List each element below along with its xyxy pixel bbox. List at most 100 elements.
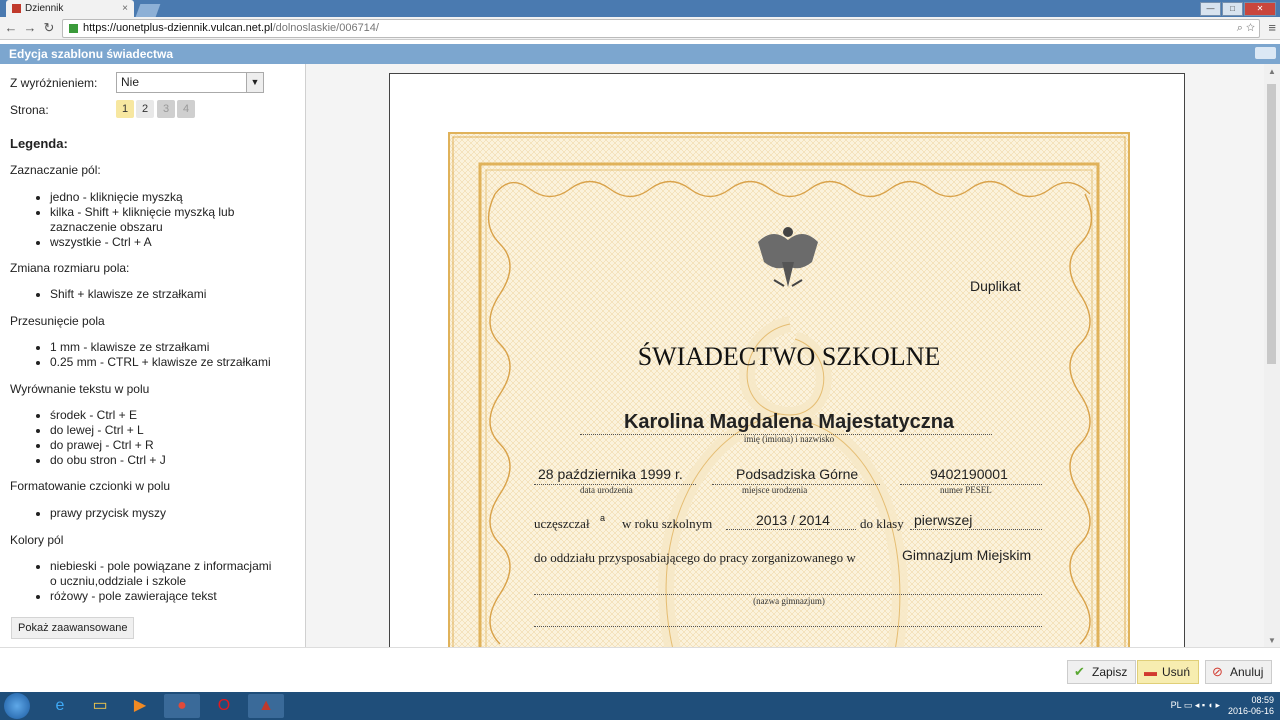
pesel-field[interactable]: 9402190001 (930, 466, 1008, 482)
os-taskbar: e ▭ ▶ ● O ▲ PL ▭ ◂ ▪ ◖ ▸ 08:59 2016-06-1… (0, 692, 1280, 720)
browser-tab[interactable]: Dziennik × (6, 0, 134, 17)
certificate-ornament (450, 134, 1128, 647)
legend-list: środek - Ctrl + E do lewej - Ctrl + L do… (34, 408, 166, 468)
page-button-3[interactable]: 3 (157, 100, 175, 118)
app-icon[interactable]: ▲ (248, 694, 284, 718)
delete-button[interactable]: ▬ Usuń (1137, 660, 1200, 684)
legend-list: Shift + klawisze ze strzałkami (34, 287, 206, 302)
page-title: Edycja szablonu świadectwa (9, 47, 174, 61)
language-indicator[interactable]: PL (1171, 700, 1182, 710)
tray-icons[interactable]: PL ▭ ◂ ▪ ◖ ▸ (1171, 700, 1220, 711)
new-tab-button[interactable] (135, 4, 161, 17)
attended-suffix-field[interactable]: a (600, 513, 605, 523)
page-button-1[interactable]: 1 (116, 100, 134, 118)
save-button-label: Zapisz (1092, 665, 1128, 679)
legend-item: do obu stron - Ctrl + J (50, 453, 166, 468)
cancel-icon: ⊘ (1212, 664, 1223, 679)
delete-button-label: Usuń (1162, 665, 1191, 679)
forward-icon[interactable]: → (22, 20, 38, 36)
chevron-down-icon[interactable]: ▼ (246, 73, 263, 92)
url-path: /dolnoslaskie/006714/ (272, 22, 379, 34)
app-header: Edycja szablonu świadectwa (0, 44, 1280, 64)
reload-icon[interactable]: ↻ (41, 20, 57, 36)
school-year-text: w roku szkolnym (622, 516, 713, 531)
class-field[interactable]: pierwszej (914, 512, 972, 528)
birth-date-caption: data urodzenia (580, 485, 633, 495)
school-year-line (726, 529, 856, 530)
legend-section-title: Formatowanie czcionki w polu (10, 479, 171, 493)
secure-lock-icon (69, 23, 78, 33)
scrollbar-thumb[interactable] (1267, 84, 1276, 364)
legend-item: kilka - Shift + kliknięcie myszką lub za… (50, 205, 245, 235)
address-bar[interactable]: https://uonetplus-dziennik.vulcan.net.pl… (62, 19, 1260, 38)
cancel-button-label: Anuluj (1230, 665, 1264, 679)
clock-time: 08:59 (1251, 695, 1274, 705)
legend-item: 0.25 mm - CTRL + klawisze ze strzałkami (50, 355, 271, 370)
back-icon[interactable]: ← (3, 20, 19, 36)
birth-place-field[interactable]: Podsadziska Górne (736, 466, 858, 482)
url-host: https://uonetplus-dziennik.vulcan.net.pl (83, 22, 273, 34)
zoom-icon[interactable]: ⌕ (1237, 22, 1243, 34)
legend-panel: Z wyróżnieniem: Nie ▼ Strona: 1 2 3 4 Le… (0, 64, 306, 647)
legend-item: Shift + klawisze ze strzałkami (50, 287, 206, 302)
cancel-button[interactable]: ⊘ Anuluj (1205, 660, 1273, 684)
duplicate-label[interactable]: Duplikat (970, 278, 1021, 294)
name-caption: imię (imiona) i nazwisko (743, 434, 835, 444)
student-name-field[interactable]: Karolina Magdalena Majestatyczna (450, 411, 1128, 434)
legend-section-title: Wyrównanie tekstu w polu (10, 382, 150, 396)
legend-title: Legenda: (10, 136, 68, 151)
page-button-2[interactable]: 2 (136, 100, 154, 118)
page-label: Strona: (10, 103, 49, 117)
legend-item: niebieski - pole powiązane z informacjam… (50, 559, 275, 589)
legend-item: jedno - kliknięcie myszką (50, 190, 245, 205)
save-button[interactable]: ✔ Zapisz (1067, 660, 1137, 684)
honors-label: Z wyróżnieniem: (10, 76, 98, 90)
media-player-icon[interactable]: ▶ (122, 694, 158, 718)
legend-list: jedno - kliknięcie myszką kilka - Shift … (34, 190, 245, 250)
browser-toolbar: ← → ↻ https://uonetplus-dziennik.vulcan.… (0, 17, 1280, 40)
class-line (910, 529, 1042, 530)
minimize-icon[interactable]: — (1200, 2, 1221, 16)
certificate-template[interactable]: Duplikat ŚWIADECTWO SZKOLNE Karolina Mag… (448, 132, 1130, 647)
legend-section-title: Zaznaczanie pól: (10, 163, 101, 177)
certificate-title[interactable]: ŚWIADECTWO SZKOLNE (450, 342, 1128, 372)
legend-item: do lewej - Ctrl + L (50, 423, 166, 438)
scroll-up-icon[interactable]: ▲ (1268, 67, 1276, 76)
folder-icon[interactable]: ▭ (82, 694, 118, 718)
honors-select[interactable]: Nie ▼ (116, 72, 264, 93)
attended-text: uczęszczał (534, 516, 590, 531)
clock[interactable]: 08:59 2016-06-16 (1228, 695, 1274, 717)
legend-list: prawy przycisk myszy (34, 506, 166, 521)
legend-section-title: Kolory pól (10, 533, 64, 547)
header-action-icon[interactable] (1255, 47, 1276, 59)
legend-section-title: Zmiana rozmiaru pola: (10, 261, 130, 275)
legend-item: do prawej - Ctrl + R (50, 438, 166, 453)
menu-icon[interactable]: ≡ (1268, 20, 1276, 35)
tab-title: Dziennik (25, 3, 64, 14)
pesel-caption: numer PESEL (940, 485, 992, 495)
extra-dotted-line (534, 626, 1042, 627)
opera-icon[interactable]: O (206, 694, 242, 718)
close-window-icon[interactable]: ✕ (1244, 2, 1276, 16)
school-name-field[interactable]: Gimnazjum Miejskim (902, 547, 1031, 563)
paper-page: Duplikat ŚWIADECTWO SZKOLNE Karolina Mag… (389, 73, 1185, 647)
start-button[interactable] (4, 693, 30, 719)
preview-scrollbar[interactable]: ▲ ▼ (1264, 64, 1280, 647)
maximize-icon[interactable]: □ (1222, 2, 1243, 16)
honors-select-value: Nie (121, 75, 140, 89)
division-text: do oddziału przysposabiającego do pracy … (534, 550, 856, 565)
chrome-icon[interactable]: ● (164, 694, 200, 718)
minus-icon: ▬ (1144, 664, 1157, 679)
browser-tab-bar: Dziennik × — □ ✕ (0, 0, 1280, 17)
legend-item: prawy przycisk myszy (50, 506, 166, 521)
bookmark-star-icon[interactable]: ☆ (1246, 22, 1255, 34)
scroll-down-icon[interactable]: ▼ (1268, 636, 1276, 645)
legend-section-title: Przesunięcie pola (10, 314, 105, 328)
page-button-4[interactable]: 4 (177, 100, 195, 118)
close-tab-icon[interactable]: × (122, 0, 128, 17)
birth-place-caption: miejsce urodzenia (742, 485, 808, 495)
ie-icon[interactable]: e (42, 694, 78, 718)
school-year-field[interactable]: 2013 / 2014 (756, 512, 830, 528)
birth-date-field[interactable]: 28 października 1999 r. (538, 466, 683, 482)
show-advanced-button[interactable]: Pokaż zaawansowane (11, 617, 135, 639)
